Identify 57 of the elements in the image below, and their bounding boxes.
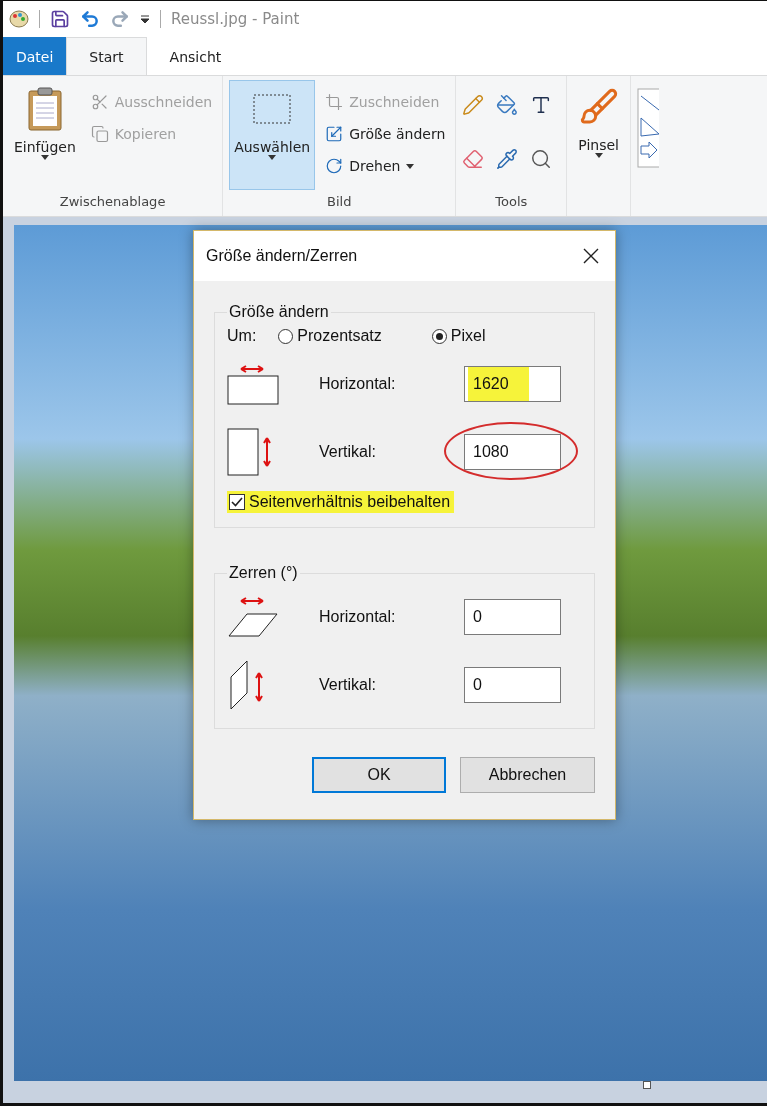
skew-horizontal-icon	[227, 596, 279, 638]
save-icon[interactable]	[50, 9, 70, 29]
group-label: Tools	[494, 193, 529, 211]
customize-dropdown-icon[interactable]	[140, 14, 150, 24]
brushes-button[interactable]: Pinsel	[573, 80, 624, 216]
color-picker-icon	[496, 148, 519, 170]
resize-icon	[325, 125, 344, 143]
rotate-icon	[325, 157, 344, 175]
radio-button[interactable]	[278, 328, 294, 344]
clipboard-icon	[27, 87, 62, 131]
resize-handle[interactable]	[643, 1081, 651, 1089]
ribbon-tab[interactable]: Start	[66, 37, 147, 75]
pencil-icon	[462, 94, 485, 116]
select-button[interactable]: Auswählen	[229, 80, 316, 190]
field-label: Horizontal:	[319, 608, 397, 626]
checkbox[interactable]	[229, 494, 245, 510]
group-legend: Zerren (°)	[227, 564, 300, 582]
radio-option[interactable]: Pixel	[431, 327, 486, 345]
window-title: Reussl.jpg - Paint	[171, 10, 300, 28]
dialog-button[interactable]: OK	[312, 757, 446, 793]
keep-ratio-checkbox[interactable]: Seitenverhältnis beibehalten	[227, 491, 455, 513]
shapes-icon	[637, 88, 659, 168]
group-legend: Größe ändern	[227, 303, 331, 321]
paste-button[interactable]: Einfügen	[9, 80, 81, 190]
radio-button[interactable]	[431, 328, 447, 344]
group-label: Bild	[326, 193, 353, 211]
file-menu-tab[interactable]: Datei	[3, 37, 67, 75]
scissors-icon	[90, 93, 109, 111]
caret-icon	[406, 163, 415, 169]
radio-option[interactable]: Prozentsatz	[278, 327, 382, 345]
check-icon	[231, 497, 243, 507]
field-label: Vertikal:	[319, 443, 377, 461]
by-label: Um:	[227, 327, 257, 345]
rotate-button[interactable]: Drehen	[321, 152, 450, 180]
close-icon	[583, 248, 599, 264]
resize-button[interactable]: Größe ändern	[321, 120, 450, 148]
eraser-icon	[462, 148, 485, 170]
input-field[interactable]: 0	[464, 599, 561, 635]
input-field[interactable]: 0	[464, 667, 561, 703]
group-label: Zwischenablage	[58, 193, 167, 211]
copy-icon	[90, 125, 109, 143]
width-arrow-icon	[227, 363, 279, 405]
paint-palette-icon	[9, 10, 29, 28]
fill-bucket-icon	[496, 94, 519, 116]
dialog-title: Größe ändern/Zerren	[206, 247, 358, 265]
undo-icon[interactable]	[80, 9, 100, 29]
input-field[interactable]: 1620	[464, 366, 561, 402]
caret-icon	[40, 155, 49, 160]
field-label: Vertikal:	[319, 676, 377, 694]
input-field[interactable]: 1080	[464, 434, 561, 470]
dialog-button[interactable]: Abbrechen	[460, 757, 595, 793]
crop-icon	[325, 93, 344, 111]
caret-icon	[268, 155, 277, 160]
caret-icon	[594, 153, 603, 158]
field-label: Horizontal:	[319, 375, 397, 393]
brush-icon	[578, 87, 619, 127]
magnifier-icon	[530, 148, 553, 170]
